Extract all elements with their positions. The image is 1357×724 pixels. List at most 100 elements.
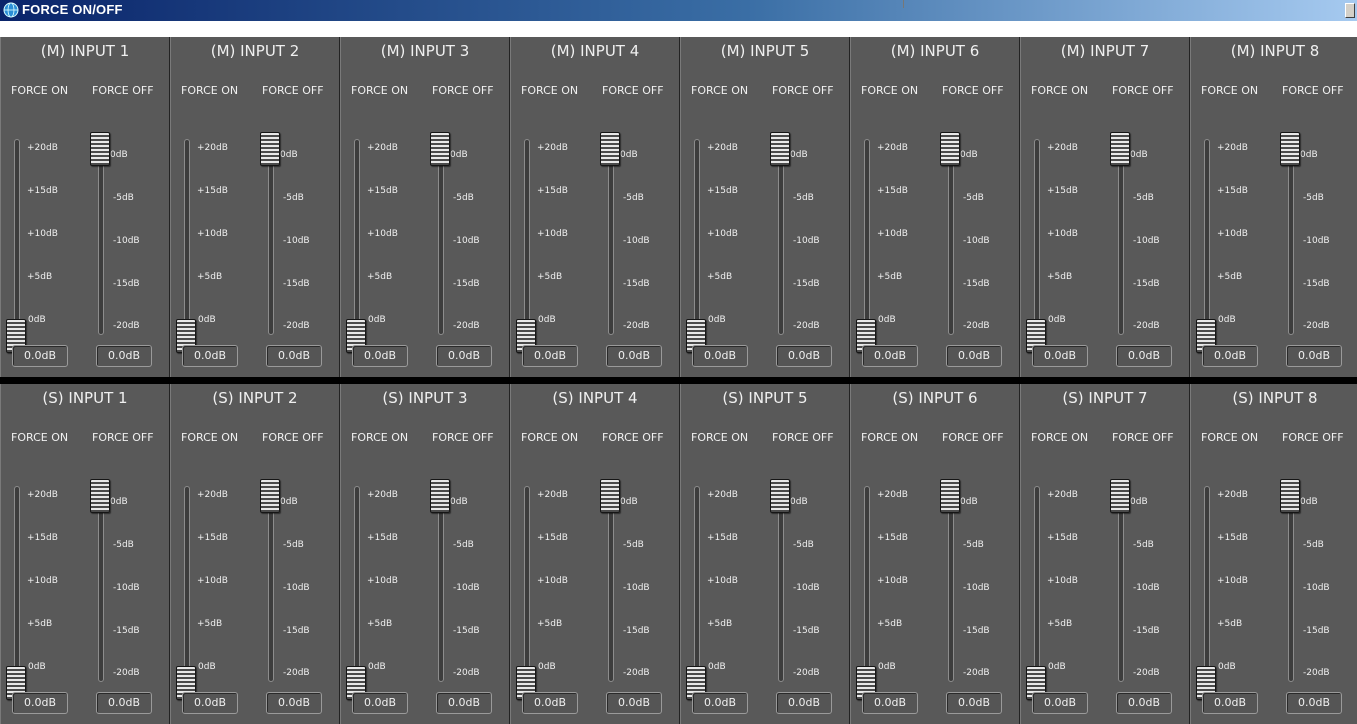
- force-on-fader-track[interactable]: [694, 486, 700, 676]
- force-off-fader-track[interactable]: [778, 145, 784, 335]
- force-on-fader-track[interactable]: [1034, 139, 1040, 329]
- force-off-fader-track[interactable]: [1118, 145, 1124, 335]
- force-on-value-field[interactable]: 0.0dB: [352, 345, 408, 367]
- force-off-value-field[interactable]: 0.0dB: [96, 692, 152, 714]
- channel-title: (M) INPUT 2: [210, 42, 300, 60]
- force-off-fader-knob[interactable]: [90, 479, 110, 513]
- force-on-fader-track[interactable]: [864, 486, 870, 676]
- force-off-fader-track[interactable]: [948, 492, 954, 682]
- force-on-value-field[interactable]: 0.0dB: [862, 345, 918, 367]
- channel-strip: (M) INPUT 3 FORCE ON FORCE OFF +20dB +15dB +1…: [340, 37, 510, 377]
- force-off-fader-knob[interactable]: [770, 132, 790, 166]
- force-off-fader-knob[interactable]: [260, 479, 280, 513]
- force-on-scale-label: +5dB: [877, 619, 903, 629]
- force-off-value-field[interactable]: 0.0dB: [1116, 345, 1172, 367]
- force-on-scale-label: +10dB: [1217, 576, 1248, 586]
- force-on-scale-label: 0dB: [538, 315, 556, 325]
- force-off-fader-track[interactable]: [1118, 492, 1124, 682]
- force-off-fader-track[interactable]: [98, 492, 104, 682]
- force-off-label: FORCE OFF: [92, 431, 154, 444]
- force-on-fader-track[interactable]: [524, 139, 530, 329]
- force-off-value-field[interactable]: 0.0dB: [606, 345, 662, 367]
- force-off-fader-track[interactable]: [778, 492, 784, 682]
- force-on-fader-track[interactable]: [694, 139, 700, 329]
- channel-strip: (S) INPUT 7 FORCE ON FORCE OFF +20dB +15dB +1…: [1020, 384, 1190, 724]
- force-off-value-field[interactable]: 0.0dB: [606, 692, 662, 714]
- force-off-fader-track[interactable]: [948, 145, 954, 335]
- force-off-fader-track[interactable]: [268, 145, 274, 335]
- force-off-fader-track[interactable]: [438, 492, 444, 682]
- force-off-value-field[interactable]: 0.0dB: [776, 692, 832, 714]
- force-on-value-field[interactable]: 0.0dB: [182, 692, 238, 714]
- force-on-value-field[interactable]: 0.0dB: [1032, 345, 1088, 367]
- force-off-fader-knob[interactable]: [1110, 132, 1130, 166]
- force-off-value-field[interactable]: 0.0dB: [266, 345, 322, 367]
- force-off-fader-track[interactable]: [268, 492, 274, 682]
- force-off-fader-knob[interactable]: [940, 479, 960, 513]
- force-off-value-field[interactable]: 0.0dB: [96, 345, 152, 367]
- force-on-scale-label: +10dB: [707, 576, 738, 586]
- force-off-fader-knob[interactable]: [1280, 479, 1300, 513]
- force-off-value-field[interactable]: 0.0dB: [436, 692, 492, 714]
- force-off-fader-track[interactable]: [438, 145, 444, 335]
- force-on-value-field[interactable]: 0.0dB: [522, 345, 578, 367]
- force-off-fader-track[interactable]: [1288, 492, 1294, 682]
- force-off-fader-knob[interactable]: [770, 479, 790, 513]
- force-on-scale-label: +20dB: [1047, 490, 1078, 500]
- force-off-fader-knob[interactable]: [1110, 479, 1130, 513]
- force-off-value-field[interactable]: 0.0dB: [266, 692, 322, 714]
- force-on-fader-track[interactable]: [864, 139, 870, 329]
- force-on-value-field[interactable]: 0.0dB: [352, 692, 408, 714]
- force-off-fader-track[interactable]: [608, 492, 614, 682]
- force-off-fader-knob[interactable]: [430, 479, 450, 513]
- force-off-fader-knob[interactable]: [600, 132, 620, 166]
- force-off-fader-track[interactable]: [1288, 145, 1294, 335]
- force-on-value-field[interactable]: 0.0dB: [862, 692, 918, 714]
- force-on-value-field[interactable]: 0.0dB: [692, 692, 748, 714]
- force-off-fader-knob[interactable]: [1280, 132, 1300, 166]
- force-on-scale-label: 0dB: [368, 315, 386, 325]
- force-on-scale-label: 0dB: [1048, 315, 1066, 325]
- force-on-fader-track[interactable]: [14, 486, 20, 676]
- force-on-value-field[interactable]: 0.0dB: [1032, 692, 1088, 714]
- force-off-fader-knob[interactable]: [940, 132, 960, 166]
- force-on-value-field[interactable]: 0.0dB: [692, 345, 748, 367]
- force-off-fader-knob[interactable]: [430, 132, 450, 166]
- force-on-value-field[interactable]: 0.0dB: [182, 345, 238, 367]
- channel-title: (M) INPUT 6: [890, 42, 980, 60]
- force-off-fader-knob[interactable]: [600, 479, 620, 513]
- force-off-value-field[interactable]: 0.0dB: [946, 692, 1002, 714]
- force-on-fader-track[interactable]: [354, 486, 360, 676]
- force-off-fader-knob[interactable]: [90, 132, 110, 166]
- force-on-value-field[interactable]: 0.0dB: [1202, 692, 1258, 714]
- force-off-value-field[interactable]: 0.0dB: [1286, 692, 1342, 714]
- force-off-value-field[interactable]: 0.0dB: [946, 345, 1002, 367]
- channel-strip: (M) INPUT 5 FORCE ON FORCE OFF +20dB +15dB +1…: [680, 37, 850, 377]
- force-off-value-field[interactable]: 0.0dB: [776, 345, 832, 367]
- force-on-fader-track[interactable]: [354, 139, 360, 329]
- force-on-fader-track[interactable]: [1204, 139, 1210, 329]
- force-on-fader-track[interactable]: [1204, 486, 1210, 676]
- force-off-scale-label: -5dB: [793, 540, 814, 550]
- force-off-value-field[interactable]: 0.0dB: [1116, 692, 1172, 714]
- force-off-fader-track[interactable]: [98, 145, 104, 335]
- force-on-fader-track[interactable]: [184, 486, 190, 676]
- force-on-fader-track[interactable]: [524, 486, 530, 676]
- force-on-scale-label: +20dB: [197, 143, 228, 153]
- force-on-fader-track[interactable]: [184, 139, 190, 329]
- force-off-fader-knob[interactable]: [260, 132, 280, 166]
- force-on-value-field[interactable]: 0.0dB: [522, 692, 578, 714]
- force-off-value-field[interactable]: 0.0dB: [1286, 345, 1342, 367]
- force-on-scale-label: +20dB: [877, 490, 908, 500]
- force-on-value-field[interactable]: 0.0dB: [12, 692, 68, 714]
- force-off-fader-track[interactable]: [608, 145, 614, 335]
- force-off-scale-label: -15dB: [623, 626, 650, 636]
- force-on-fader-track[interactable]: [14, 139, 20, 329]
- channel-title: (S) INPUT 3: [382, 389, 468, 407]
- force-on-fader-track[interactable]: [1034, 486, 1040, 676]
- window-control-button[interactable]: [1345, 3, 1355, 18]
- force-off-value-field[interactable]: 0.0dB: [436, 345, 492, 367]
- force-on-value-field[interactable]: 0.0dB: [12, 345, 68, 367]
- force-off-scale-label: -20dB: [283, 321, 310, 331]
- force-on-value-field[interactable]: 0.0dB: [1202, 345, 1258, 367]
